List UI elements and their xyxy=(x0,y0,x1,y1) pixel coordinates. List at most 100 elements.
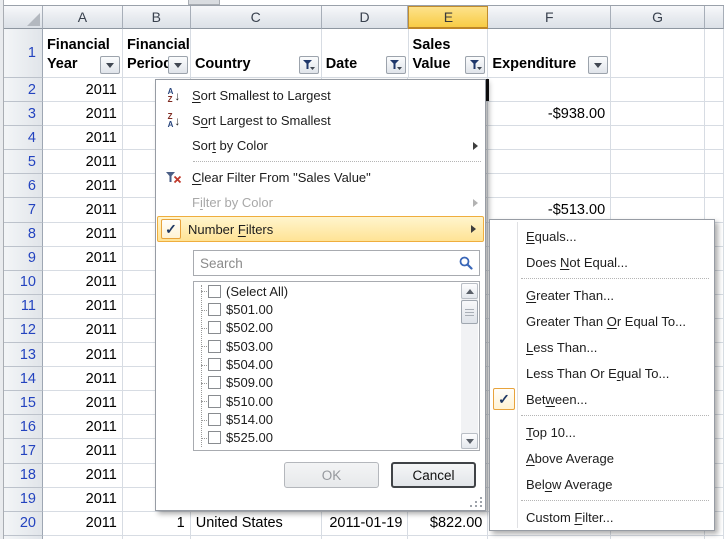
cell-g[interactable] xyxy=(611,150,705,174)
cell-b[interactable]: 1 xyxy=(123,512,191,536)
cell-a[interactable]: 2011 xyxy=(43,126,123,150)
cell-a[interactable]: 2011 xyxy=(43,198,123,222)
row-header[interactable]: 14 xyxy=(4,367,43,391)
cell-g[interactable] xyxy=(611,126,705,150)
menu-item-sort-by-color[interactable]: Sort by Color xyxy=(156,133,485,158)
row-header[interactable]: 17 xyxy=(4,439,43,463)
field-header-financial-year[interactable]: Financial Year xyxy=(43,29,123,78)
cell-a[interactable]: 2011 xyxy=(43,150,123,174)
filter-value-item[interactable]: $525.00 xyxy=(194,429,479,447)
row-header[interactable]: 19 xyxy=(4,488,43,512)
ok-button[interactable]: OK xyxy=(284,462,379,488)
row-header[interactable]: 6 xyxy=(4,174,43,198)
row-header[interactable]: 12 xyxy=(4,319,43,343)
cell-a[interactable]: 2011 xyxy=(43,367,123,391)
submenu-item-less-than[interactable]: Less Than... xyxy=(490,334,714,360)
field-header-sales-value[interactable]: Sales Value xyxy=(409,29,489,78)
row-header[interactable]: 5 xyxy=(4,150,43,174)
cell-a[interactable]: 2011 xyxy=(43,512,123,536)
filter-dropdown-button-a[interactable] xyxy=(100,56,120,74)
submenu-item-greater-than-or-equal[interactable]: Greater Than Or Equal To... xyxy=(490,308,714,334)
field-header-country[interactable]: Country xyxy=(191,29,322,78)
menu-item-sort-smallest-to-largest[interactable]: AZ↓ Sort Smallest to Largest xyxy=(156,83,485,108)
cell-f[interactable] xyxy=(488,126,611,150)
row-header-1[interactable]: 1 xyxy=(4,29,43,78)
submenu-item-greater-than[interactable]: Greater Than... xyxy=(490,282,714,308)
filter-dropdown-button-f[interactable] xyxy=(588,56,608,74)
cell-a[interactable]: 2011 xyxy=(43,391,123,415)
resize-grip[interactable] xyxy=(469,496,482,507)
submenu-item-custom-filter[interactable]: Custom Filter... xyxy=(490,504,714,530)
submenu-item-less-than-or-equal[interactable]: Less Than Or Equal To... xyxy=(490,360,714,386)
cell-g1[interactable] xyxy=(611,29,705,78)
cell-a[interactable]: 2011 xyxy=(43,488,123,512)
scrollbar-thumb[interactable] xyxy=(461,300,478,324)
row-header[interactable]: 13 xyxy=(4,343,43,367)
column-header-c[interactable]: C xyxy=(191,6,322,29)
scroll-down-button[interactable] xyxy=(461,433,478,449)
checkbox[interactable] xyxy=(208,358,221,371)
submenu-item-above-average[interactable]: Above Average xyxy=(490,445,714,471)
filter-value-item[interactable]: $510.00 xyxy=(194,392,479,410)
cell-a[interactable]: 2011 xyxy=(43,247,123,271)
submenu-item-top-10[interactable]: Top 10... xyxy=(490,419,714,445)
checkbox[interactable] xyxy=(208,395,221,408)
filter-applied-button-e[interactable] xyxy=(465,56,485,74)
cell-a[interactable]: 2011 xyxy=(43,102,123,126)
search-input[interactable] xyxy=(193,250,480,276)
column-header-b[interactable]: B xyxy=(123,6,191,29)
menu-item-clear-filter[interactable]: Clear Filter From "Sales Value" xyxy=(156,165,485,190)
row-header[interactable]: 20 xyxy=(4,512,43,536)
cell-a[interactable]: 2011 xyxy=(43,439,123,463)
row-header[interactable]: 4 xyxy=(4,126,43,150)
cell-f[interactable] xyxy=(488,150,611,174)
cell-g[interactable] xyxy=(611,102,705,126)
cell-f[interactable]: -$938.00 xyxy=(488,102,611,126)
field-header-date[interactable]: Date xyxy=(322,29,409,78)
cell-e[interactable]: $822.00 xyxy=(408,512,488,536)
filter-value-item[interactable]: $501.00 xyxy=(194,300,479,318)
cell-f[interactable] xyxy=(488,174,611,198)
checkbox[interactable] xyxy=(208,376,221,389)
checkbox[interactable] xyxy=(208,285,221,298)
select-all-corner[interactable] xyxy=(4,6,43,29)
submenu-item-between[interactable]: Between... xyxy=(490,386,714,412)
column-header-f[interactable]: F xyxy=(488,6,611,29)
submenu-item-does-not-equal[interactable]: Does Not Equal... xyxy=(490,249,714,275)
row-header[interactable]: 7 xyxy=(4,198,43,222)
column-header-a[interactable]: A xyxy=(43,6,123,29)
filter-value-item[interactable] xyxy=(194,447,479,451)
row-header[interactable]: 3 xyxy=(4,102,43,126)
column-header-e-selected[interactable]: E xyxy=(408,6,488,29)
field-header-financial-period[interactable]: Financial Period xyxy=(123,29,191,78)
row-header[interactable]: 9 xyxy=(4,247,43,271)
cell-a[interactable]: 2011 xyxy=(43,464,123,488)
cell-g[interactable] xyxy=(611,78,705,102)
filter-value-item[interactable]: $504.00 xyxy=(194,355,479,373)
cell-d[interactable]: 2011-01-19 xyxy=(322,512,409,536)
row-header[interactable]: 10 xyxy=(4,271,43,295)
cell-g[interactable] xyxy=(611,174,705,198)
filter-applied-button-d[interactable] xyxy=(386,56,406,74)
cancel-button[interactable]: Cancel xyxy=(391,462,476,488)
filter-value-item[interactable]: $502.00 xyxy=(194,319,479,337)
filter-applied-button-c[interactable] xyxy=(299,56,319,74)
filter-value-item[interactable]: $509.00 xyxy=(194,374,479,392)
column-header-d[interactable]: D xyxy=(322,6,409,29)
filter-value-item[interactable]: $503.00 xyxy=(194,337,479,355)
cell-a[interactable]: 2011 xyxy=(43,78,123,102)
checkbox[interactable] xyxy=(208,450,221,451)
cell-a[interactable]: 2011 xyxy=(43,223,123,247)
row-header[interactable]: 11 xyxy=(4,295,43,319)
cell-a[interactable]: 2011 xyxy=(43,295,123,319)
filter-dropdown-button-b[interactable] xyxy=(168,56,188,74)
checkbox[interactable] xyxy=(208,413,221,426)
submenu-item-below-average[interactable]: Below Average xyxy=(490,471,714,497)
cell-a[interactable]: 2011 xyxy=(43,343,123,367)
scrollbar[interactable] xyxy=(461,283,478,449)
cell-a[interactable]: 2011 xyxy=(43,271,123,295)
submenu-item-equals[interactable]: Equals... xyxy=(490,223,714,249)
filter-value-item[interactable]: $514.00 xyxy=(194,410,479,428)
menu-item-sort-largest-to-smallest[interactable]: ZA↓ Sort Largest to Smallest xyxy=(156,108,485,133)
cell-a[interactable]: 2011 xyxy=(43,319,123,343)
